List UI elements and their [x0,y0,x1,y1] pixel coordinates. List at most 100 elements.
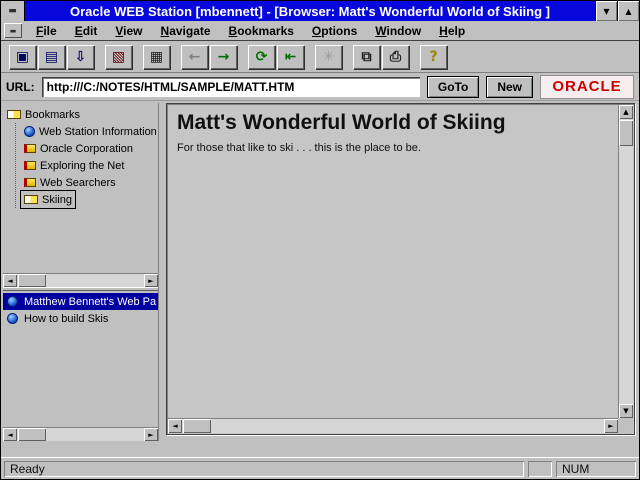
menu-item-edit[interactable]: Edit [66,23,107,39]
document-button[interactable]: ▤ [38,45,65,69]
menu-item-window[interactable]: Window [366,23,430,39]
bookmarks-hscrollbar[interactable]: ◄ ► [3,273,158,287]
bookmarks-root[interactable]: Bookmarks [7,106,158,123]
arrow-right-icon: ► [148,431,153,439]
menu-item-bookmarks[interactable]: Bookmarks [220,23,303,39]
minimize-button[interactable]: ▼ [595,1,617,21]
minimize-icon: ▼ [603,7,609,16]
bookmark-item[interactable]: Exploring the Net [21,157,127,174]
scroll-track[interactable] [17,274,144,287]
arrow-left-icon: ◄ [7,431,12,439]
open-book-icon [7,110,21,119]
workstation-button[interactable]: ▣ [9,45,36,69]
maximize-icon: ▲ [625,7,631,16]
forward-button[interactable]: → [210,45,237,69]
url-bar: URL: GoTo New ORACLE [1,73,639,101]
toolbar-group: ←→ [181,45,237,69]
images-button[interactable]: ✳ [315,45,342,69]
book-icon [24,178,36,187]
scroll-up-button[interactable]: ▲ [619,105,633,119]
edit-document-button[interactable]: ▧ [105,45,132,69]
fetch-url-button[interactable]: ⇩ [67,45,94,69]
menu-items: FileEditViewNavigateBookmarksOptionsWind… [27,23,474,39]
document-view: Matt's Wonderful World of Skiing For tho… [169,106,616,416]
scroll-track[interactable] [619,119,633,404]
scroll-track[interactable] [17,428,144,441]
bookmarks-children: Web Station Information Oracle Corporatio… [15,123,158,208]
edit-document-icon: ▧ [112,50,125,64]
goto-button[interactable]: GoTo [427,76,479,98]
menu-item-help[interactable]: Help [430,23,474,39]
main-area: Bookmarks Web Station Information Oracle C… [1,101,639,441]
bookmarks-root-label: Bookmarks [25,109,80,121]
snapshot-button[interactable]: ▦ [143,45,170,69]
print-button[interactable]: ⎙ [382,45,409,69]
document-icon: ▤ [45,50,58,64]
forward-icon: → [218,50,230,64]
back-icon: ← [189,50,201,64]
help-button[interactable]: ? [420,45,447,69]
return-button[interactable]: ⇤ [277,45,304,69]
bookmark-item[interactable]: Skiing [21,191,75,208]
page-item[interactable]: Matthew Bennett's Web Pa [3,293,158,310]
child-system-menu-icon: ▬ [10,27,17,35]
scroll-thumb[interactable] [619,120,633,146]
system-menu-icon: ▬ [8,6,17,16]
bookmark-label: Web Searchers [40,177,116,189]
bookmarks-tree: Bookmarks Web Station Information Oracle C… [3,103,158,208]
reload-button[interactable]: ⟳ [248,45,275,69]
system-menu-button[interactable]: ▬ [1,1,25,21]
page-label: How to build Skis [24,313,108,325]
menu-item-options[interactable]: Options [303,23,366,39]
copy-button[interactable]: ⧉ [353,45,380,69]
open-book-icon [24,195,38,204]
scroll-track[interactable] [182,419,604,433]
toolbar-group: ▦ [143,45,170,69]
pages-hscrollbar[interactable]: ◄ ► [3,427,158,441]
page-text: For those that like to ski . . . this is… [177,142,608,154]
scroll-thumb[interactable] [183,419,211,433]
bookmark-item[interactable]: Web Searchers [21,174,119,191]
content-hscrollbar[interactable]: ◄ ► [168,418,618,433]
snapshot-icon: ▦ [150,50,163,64]
images-icon: ✳ [323,50,335,64]
bookmark-item[interactable]: Oracle Corporation [21,140,136,157]
scroll-left-button[interactable]: ◄ [3,428,17,441]
menu-item-file[interactable]: File [27,23,66,39]
globe-icon [24,126,35,137]
bookmark-label: Skiing [42,194,72,206]
book-icon [24,161,36,170]
bottom-gap [1,441,639,457]
toolbar-group: ▧ [105,45,132,69]
back-button[interactable]: ← [181,45,208,69]
url-input[interactable] [42,77,420,97]
window-title: Oracle WEB Station [mbennett] - [Browser… [25,1,595,21]
toolbar-group: ✳ [315,45,342,69]
scroll-right-button[interactable]: ► [604,419,618,433]
page-item[interactable]: How to build Skis [3,310,158,327]
new-button[interactable]: New [486,76,533,98]
bookmark-label: Oracle Corporation [40,143,133,155]
scroll-thumb[interactable] [18,428,46,441]
scroll-right-button[interactable]: ► [144,274,158,287]
menu-item-navigate[interactable]: Navigate [152,23,220,39]
toolbar-group: ⧉⎙ [353,45,409,69]
arrow-down-icon: ▼ [623,407,628,415]
scroll-down-button[interactable]: ▼ [619,404,633,418]
bookmark-label: Exploring the Net [40,160,124,172]
page-label: Matthew Bennett's Web Pa [24,296,156,308]
child-system-menu-button[interactable]: ▬ [4,23,22,38]
scroll-left-button[interactable]: ◄ [168,419,182,433]
return-icon: ⇤ [285,50,297,64]
maximize-button[interactable]: ▲ [617,1,639,21]
toolbar: ▣▤⇩▧▦←→⟳⇤✳⧉⎙? [1,41,639,73]
bookmark-item[interactable]: Web Station Information [21,123,158,140]
bookmarks-panel: Bookmarks Web Station Information Oracle C… [3,103,158,287]
scroll-thumb[interactable] [18,274,46,287]
toolbar-group: ▣ ▤ ⇩ [9,45,94,69]
status-cell [528,461,552,477]
content-vscrollbar[interactable]: ▲ ▼ [618,105,633,418]
scroll-left-button[interactable]: ◄ [3,274,17,287]
menu-item-view[interactable]: View [106,23,151,39]
scroll-right-button[interactable]: ► [144,428,158,441]
